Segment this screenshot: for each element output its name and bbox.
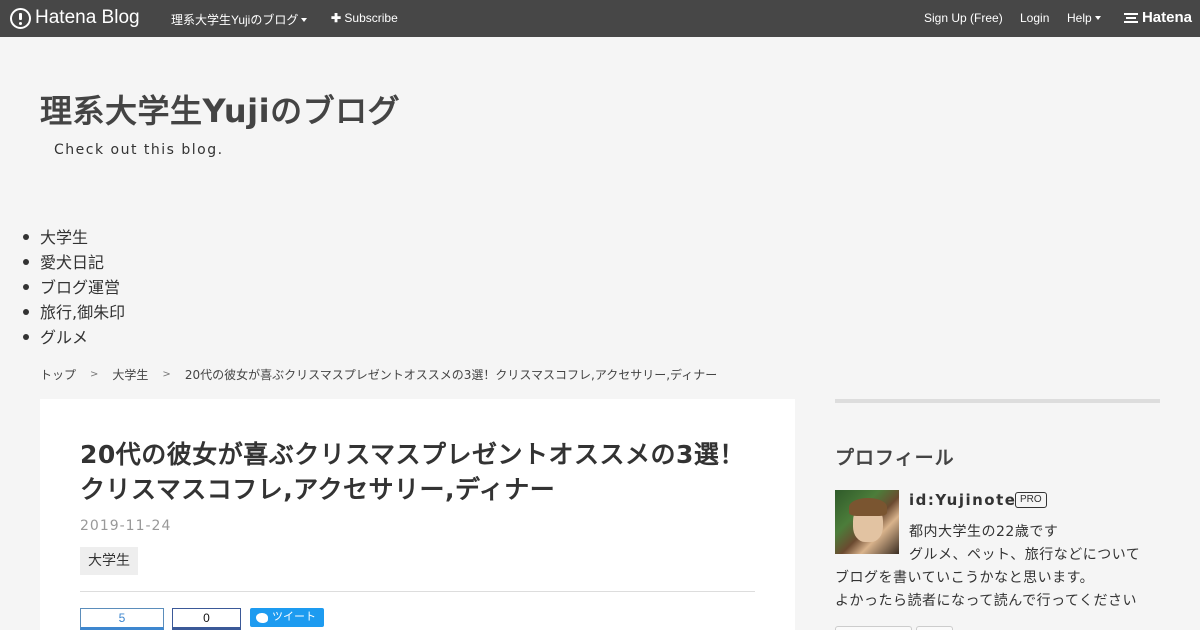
hatena-bookmark-count-button[interactable]: 5 [80,608,164,630]
help-label: Help [1067,11,1092,25]
blog-title[interactable]: 理系大学生Yujiのブログ [40,86,400,132]
sidebar-rule [835,399,1160,403]
blog-menu-dropdown[interactable]: 理系大学生Yujiのブログ [171,11,308,28]
tweet-label: ツイート [272,611,316,623]
profile-line: グルメ、ペット、旅行などについて [909,547,1141,563]
help-dropdown[interactable]: Help [1067,11,1101,25]
breadcrumb-current: 20代の彼女が喜ぶクリスマスプレゼントオススメの3選！クリスマスコフレ,アクセサ… [184,368,718,382]
plus-icon: ✚ [331,11,342,25]
chevron-right-icon: > [162,369,171,380]
profile-description: 都内大学生の22歳です グルメ、ペット、旅行などについて ブログを書いていこうか… [835,521,1165,613]
subscribe-button[interactable]: ✚ Subscribe [331,11,398,25]
entry-card: 20代の彼女が喜ぶクリスマスプレゼントオススメの3選！クリスマスコフレ,アクセサ… [40,399,795,630]
avatar-hair [849,498,887,516]
blog-description: Check out this blog. [54,142,224,158]
logo-text: Hatena Blog [35,7,140,28]
pro-badge: PRO [1015,492,1047,508]
hatena-blog-icon [10,7,31,29]
global-header: Hatena Blog 理系大学生Yujiのブログ ✚ Subscribe Si… [0,0,1200,37]
hatena-blog-logo[interactable]: Hatena Blog [10,7,140,29]
category-link[interactable]: 大学生 [22,225,125,250]
entry-category-tag[interactable]: 大学生 [80,547,138,575]
category-link[interactable]: 旅行,御朱印 [22,300,125,325]
category-link[interactable]: ブログ運営 [22,275,125,300]
hatena-logo-text: Hatena [1141,9,1192,26]
facebook-share-count-button[interactable]: 0 [172,608,241,630]
breadcrumb-top[interactable]: トップ [40,366,76,383]
twitter-bird-icon [256,612,268,623]
entry-title[interactable]: 20代の彼女が喜ぶクリスマスプレゼントオススメの3選！クリスマスコフレ,アクセサ… [80,437,760,507]
divider [80,591,755,592]
entry-date[interactable]: 2019-11-24 [80,518,171,534]
chevron-right-icon: > [90,369,99,380]
breadcrumb-category[interactable]: 大学生 [112,366,148,383]
profile-line: 都内大学生の22歳です [909,524,1059,540]
login-link[interactable]: Login [1020,11,1049,25]
follower-count-button[interactable] [916,626,953,630]
category-link[interactable]: グルメ [22,325,125,350]
profile-line: ブログを書いていこうかなと思います。 [835,570,1095,586]
breadcrumb: トップ > 大学生 > 20代の彼女が喜ぶクリスマスプレゼントオススメの3選！ク… [40,366,717,383]
caret-down-icon [1094,16,1101,20]
caret-down-icon [301,18,308,22]
category-list: 大学生 愛犬日記 ブログ運営 旅行,御朱印 グルメ [22,225,125,350]
sign-up-link[interactable]: Sign Up (Free) [924,11,1003,25]
hatena-logo[interactable]: Hatena [1123,9,1192,26]
hatena-icon [1123,12,1138,23]
profile-line: よかったら読者になって読んで行ってください [835,593,1137,609]
tweet-button[interactable]: ツイート [250,608,324,627]
profile-id-link[interactable]: id:Yujinote [909,491,1016,509]
subscribe-label: Subscribe [344,11,398,25]
sidebar-profile-heading: プロフィール [835,447,955,469]
blog-menu-label: 理系大学生Yujiのブログ [171,13,299,27]
follow-button[interactable] [835,626,912,630]
category-link[interactable]: 愛犬日記 [22,250,125,275]
